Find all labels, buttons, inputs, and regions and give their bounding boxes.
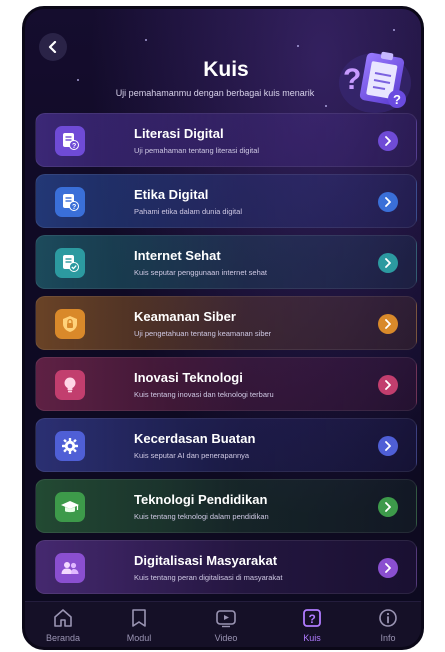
svg-text:?: ? [72, 143, 76, 150]
nav-item-info[interactable]: Info [358, 608, 418, 643]
chevron-right-icon[interactable] [378, 558, 398, 578]
nav-item-video[interactable]: Video [196, 608, 256, 643]
bottom-navigation: Beranda Modul Video ? Kuis Info [25, 601, 421, 647]
quiz-title: Digitalisasi Masyarakat [134, 553, 278, 568]
quiz-icon: ? [303, 609, 321, 627]
document-question-icon: ? [55, 126, 85, 156]
quiz-description: Kuis tentang peran digitalisasi di masya… [134, 573, 283, 582]
nav-label: Video [214, 633, 238, 643]
quiz-card[interactable]: Digitalisasi Masyarakat Kuis tentang pera… [35, 540, 417, 594]
svg-text:?: ? [393, 92, 401, 107]
quiz-card[interactable]: Kecerdasan Buatan Kuis seputar AI dan pen… [35, 418, 417, 472]
nav-label: Modul [126, 633, 152, 643]
quiz-description: Pahami etika dalam dunia digital [134, 207, 242, 216]
quiz-card[interactable]: ? Etika Digital Pahami etika dalam dunia d… [35, 174, 417, 228]
page-subtitle: Uji pemahamanmu dengan berbagai kuis men… [115, 88, 315, 98]
chevron-right-icon[interactable] [378, 436, 398, 456]
quiz-title: Kecerdasan Buatan [134, 431, 256, 446]
book-icon [132, 609, 146, 627]
quiz-card[interactable]: ? Literasi Digital Uji pemahaman tentang l… [35, 113, 417, 167]
clipboard-question-icon: ? ? [339, 51, 411, 113]
chevron-right-icon[interactable] [378, 253, 398, 273]
nav-item-modul[interactable]: Modul [109, 608, 169, 643]
nav-item-beranda[interactable]: Beranda [33, 608, 93, 643]
document-check-icon [55, 248, 85, 278]
quiz-description: Uji pengetahuan tentang keamanan siber [134, 329, 272, 338]
nav-label: Kuis [303, 633, 321, 643]
quiz-title: Teknologi Pendidikan [134, 492, 268, 507]
video-icon [216, 610, 236, 628]
chevron-left-icon [48, 41, 57, 53]
lightbulb-icon [55, 370, 85, 400]
quiz-description: Kuis seputar penggunaan internet sehat [134, 268, 268, 277]
back-button[interactable] [39, 33, 67, 61]
quiz-description: Kuis tentang teknologi dalam pendidikan [134, 512, 269, 521]
quiz-title: Keamanan Siber [134, 309, 236, 324]
svg-text:?: ? [343, 63, 361, 96]
lock-icon [55, 309, 85, 339]
nav-item-kuis[interactable]: ? Kuis [282, 608, 342, 643]
quiz-title: Internet Sehat [134, 248, 221, 263]
graduation-cap-icon [55, 492, 85, 522]
gear-icon [55, 431, 85, 461]
chevron-right-icon[interactable] [378, 375, 398, 395]
nav-label: Beranda [45, 633, 81, 643]
document-question-icon: ? [55, 187, 85, 217]
quiz-title: Literasi Digital [134, 126, 224, 141]
quiz-card[interactable]: Keamanan Siber Uji pengetahuan tentang ke… [35, 296, 417, 350]
quiz-title: Inovasi Teknologi [134, 370, 243, 385]
quiz-card[interactable]: Internet Sehat Kuis seputar penggunaan in… [35, 235, 417, 289]
svg-text:?: ? [309, 612, 316, 626]
quiz-card[interactable]: Inovasi Teknologi Kuis tentang inovasi da… [35, 357, 417, 411]
quiz-title: Etika Digital [134, 187, 209, 202]
quiz-card[interactable]: Teknologi Pendidikan Kuis tentang teknolo… [35, 479, 417, 533]
chevron-right-icon[interactable] [378, 497, 398, 517]
quiz-description: Kuis tentang inovasi dan teknologi terba… [134, 390, 274, 399]
svg-text:?: ? [72, 204, 76, 211]
quiz-description: Uji pemahaman tentang literasi digital [134, 146, 260, 155]
chevron-right-icon[interactable] [378, 314, 398, 334]
chevron-right-icon[interactable] [378, 131, 398, 151]
people-icon [55, 553, 85, 583]
quiz-description: Kuis seputar AI dan penerapannya [134, 451, 250, 460]
app-screen: Kuis Uji pemahamanmu dengan berbagai kui… [22, 6, 424, 650]
nav-label: Info [380, 633, 396, 643]
info-icon [379, 609, 397, 627]
home-icon [54, 609, 72, 627]
chevron-right-icon[interactable] [378, 192, 398, 212]
